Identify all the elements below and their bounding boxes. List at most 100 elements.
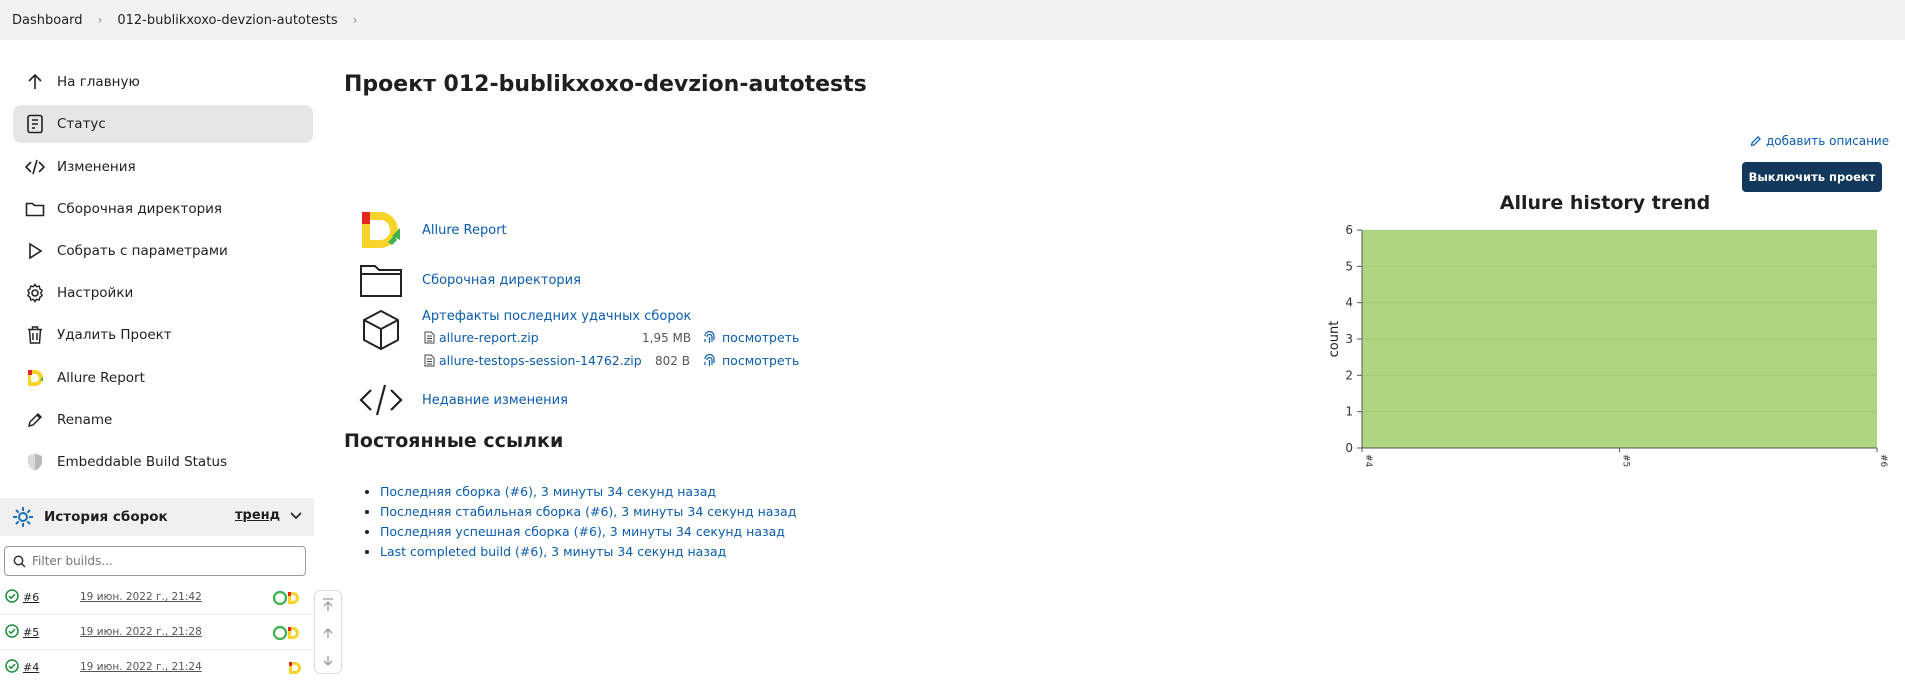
recent-changes-link[interactable]: Недавние изменения (422, 393, 568, 408)
y-axis-label: count (1327, 321, 1342, 358)
filter-builds-input[interactable] (32, 554, 292, 568)
build-row[interactable]: #4 19 июн. 2022 г., 21:24 (0, 650, 310, 682)
artifact-size: 1,95 MB (642, 331, 692, 345)
sidebar-item-allure-report[interactable]: Allure Report (13, 359, 313, 397)
build-history-scroll-controls (314, 590, 342, 674)
y-tick-label: 0 (1345, 441, 1353, 455)
build-row[interactable]: #6 19 июн. 2022 г., 21:42 (0, 580, 310, 615)
build-history-icon (12, 506, 34, 528)
folder-icon (358, 257, 404, 303)
permalinks-list: Последняя сборка (#6), 3 минуты 34 секун… (380, 482, 796, 562)
list-item: Последняя успешная сборка (#6), 3 минуты… (380, 522, 796, 542)
sidebar-item-label: Статус (57, 116, 106, 132)
build-history-title: История сборок (44, 509, 168, 525)
fingerprint-icon (703, 353, 716, 368)
permalink-last-build[interactable]: Последняя сборка (#6), 3 минуты 34 секун… (380, 484, 716, 499)
y-tick-label: 2 (1345, 368, 1353, 382)
sidebar-item-status[interactable]: Статус (13, 105, 313, 143)
play-icon (23, 239, 47, 263)
sidebar-item-settings[interactable]: Настройки (13, 274, 313, 312)
sidebar-item-build-with-params[interactable]: Собрать с параметрами (13, 232, 313, 270)
build-number[interactable]: #6 (23, 591, 39, 604)
sidebar-item-changes[interactable]: Изменения (13, 148, 313, 186)
sidebar-item-delete-project[interactable]: Удалить Проект (13, 316, 313, 354)
view-label: посмотреть (722, 330, 800, 345)
list-item: Последняя сборка (#6), 3 минуты 34 секун… (380, 482, 796, 502)
permalink-last-stable-build[interactable]: Последняя стабильная сборка (#6), 3 мину… (380, 504, 796, 519)
build-badges (272, 590, 302, 606)
permalinks-title: Постоянные ссылки (344, 430, 564, 452)
allure-report-link[interactable]: Allure Report (422, 223, 507, 238)
sidebar-item-label: На главную (57, 74, 140, 90)
sidebar-item-label: Rename (57, 412, 113, 428)
view-label: посмотреть (722, 353, 800, 368)
sidebar-item-label: Собрать с параметрами (57, 243, 228, 259)
artifact-view-link[interactable]: посмотреть (703, 330, 799, 345)
scroll-down-icon[interactable] (315, 647, 341, 675)
list-item: Последняя стабильная сборка (#6), 3 мину… (380, 502, 796, 522)
trash-icon (23, 323, 47, 347)
list-item: Last completed build (#6), 3 минуты 34 с… (380, 542, 796, 562)
success-check-icon (5, 624, 19, 641)
sidebar-item-label: Удалить Проект (57, 327, 172, 343)
page-title: Проект 012-bublikxoxo-devzion-autotests (344, 72, 867, 97)
breadcrumb: Dashboard › 012-bublikxoxo-devzion-autot… (0, 0, 1905, 40)
chevron-down-icon (290, 511, 302, 520)
workspace-link[interactable]: Сборочная директория (422, 273, 581, 288)
x-tick-label: #6 (1878, 454, 1888, 468)
allure-logo-icon (23, 366, 47, 390)
recent-changes-link-row: Недавние изменения (358, 377, 568, 423)
breadcrumb-project[interactable]: 012-bublikxoxo-devzion-autotests (117, 13, 337, 28)
permalink-last-successful-build[interactable]: Последняя успешная сборка (#6), 3 минуты… (380, 524, 785, 539)
sidebar-item-embeddable-build-status[interactable]: Embeddable Build Status (13, 443, 313, 481)
sidebar-item-home[interactable]: На главную (13, 63, 313, 101)
scroll-top-icon[interactable] (315, 591, 341, 619)
pencil-icon (1750, 135, 1762, 147)
fingerprint-icon (703, 330, 716, 345)
sidebar-item-rename[interactable]: Rename (13, 401, 313, 439)
artifact-link[interactable]: allure-report.zip (439, 330, 539, 345)
build-date[interactable]: 19 июн. 2022 г., 21:28 (80, 626, 202, 638)
workspace-link-row: Сборочная директория (358, 257, 581, 303)
sidebar-item-label: Embeddable Build Status (57, 454, 228, 470)
sidebar-item-label: Сборочная директория (57, 201, 223, 217)
artifact-link[interactable]: allure-testops-session-14762.zip (439, 353, 642, 368)
gear-icon (23, 281, 47, 305)
artifact-view-link[interactable]: посмотреть (703, 353, 799, 368)
pencil-icon (23, 408, 47, 432)
code-icon (358, 377, 404, 423)
sidebar-item-label: Настройки (57, 285, 134, 301)
artifact-file: allure-testops-session-14762.zip (424, 353, 642, 368)
y-tick-label: 5 (1345, 259, 1353, 273)
trend-dropdown[interactable]: тренд (235, 508, 302, 523)
chevron-right-icon: › (97, 13, 103, 27)
permalink-last-completed-build[interactable]: Last completed build (#6), 3 минуты 34 с… (380, 544, 726, 559)
x-tick-label: #4 (1363, 454, 1373, 468)
chevron-right-icon[interactable]: › (353, 13, 358, 27)
folder-icon (23, 197, 47, 221)
sidebar-item-workspace[interactable]: Сборочная директория (13, 190, 313, 228)
build-date[interactable]: 19 июн. 2022 г., 21:24 (80, 661, 202, 673)
breadcrumb-dashboard[interactable]: Dashboard (12, 13, 83, 28)
y-tick-label: 6 (1345, 223, 1353, 237)
y-tick-label: 3 (1345, 332, 1353, 346)
allure-report-link-row: Allure Report (358, 207, 507, 253)
build-row[interactable]: #5 19 июн. 2022 г., 21:28 (0, 615, 310, 650)
add-description-text[interactable]: добавить описание (1766, 134, 1889, 148)
artifacts-row (358, 307, 404, 353)
build-date[interactable]: 19 июн. 2022 г., 21:42 (80, 591, 202, 603)
build-number[interactable]: #4 (23, 661, 39, 674)
y-tick-label: 1 (1345, 405, 1353, 419)
file-icon (424, 354, 435, 367)
add-description-link[interactable]: добавить описание (1750, 134, 1889, 148)
build-number[interactable]: #5 (23, 626, 39, 639)
artifacts-link[interactable]: Артефакты последних удачных сборок (422, 309, 691, 324)
y-tick-label: 4 (1345, 296, 1353, 310)
x-tick-label: #5 (1621, 454, 1631, 467)
success-check-icon (5, 589, 19, 606)
scroll-up-icon[interactable] (315, 619, 341, 647)
shield-icon (23, 450, 47, 474)
artifact-size: 802 B (655, 354, 690, 368)
filter-builds[interactable] (4, 546, 306, 576)
success-check-icon (5, 659, 19, 676)
